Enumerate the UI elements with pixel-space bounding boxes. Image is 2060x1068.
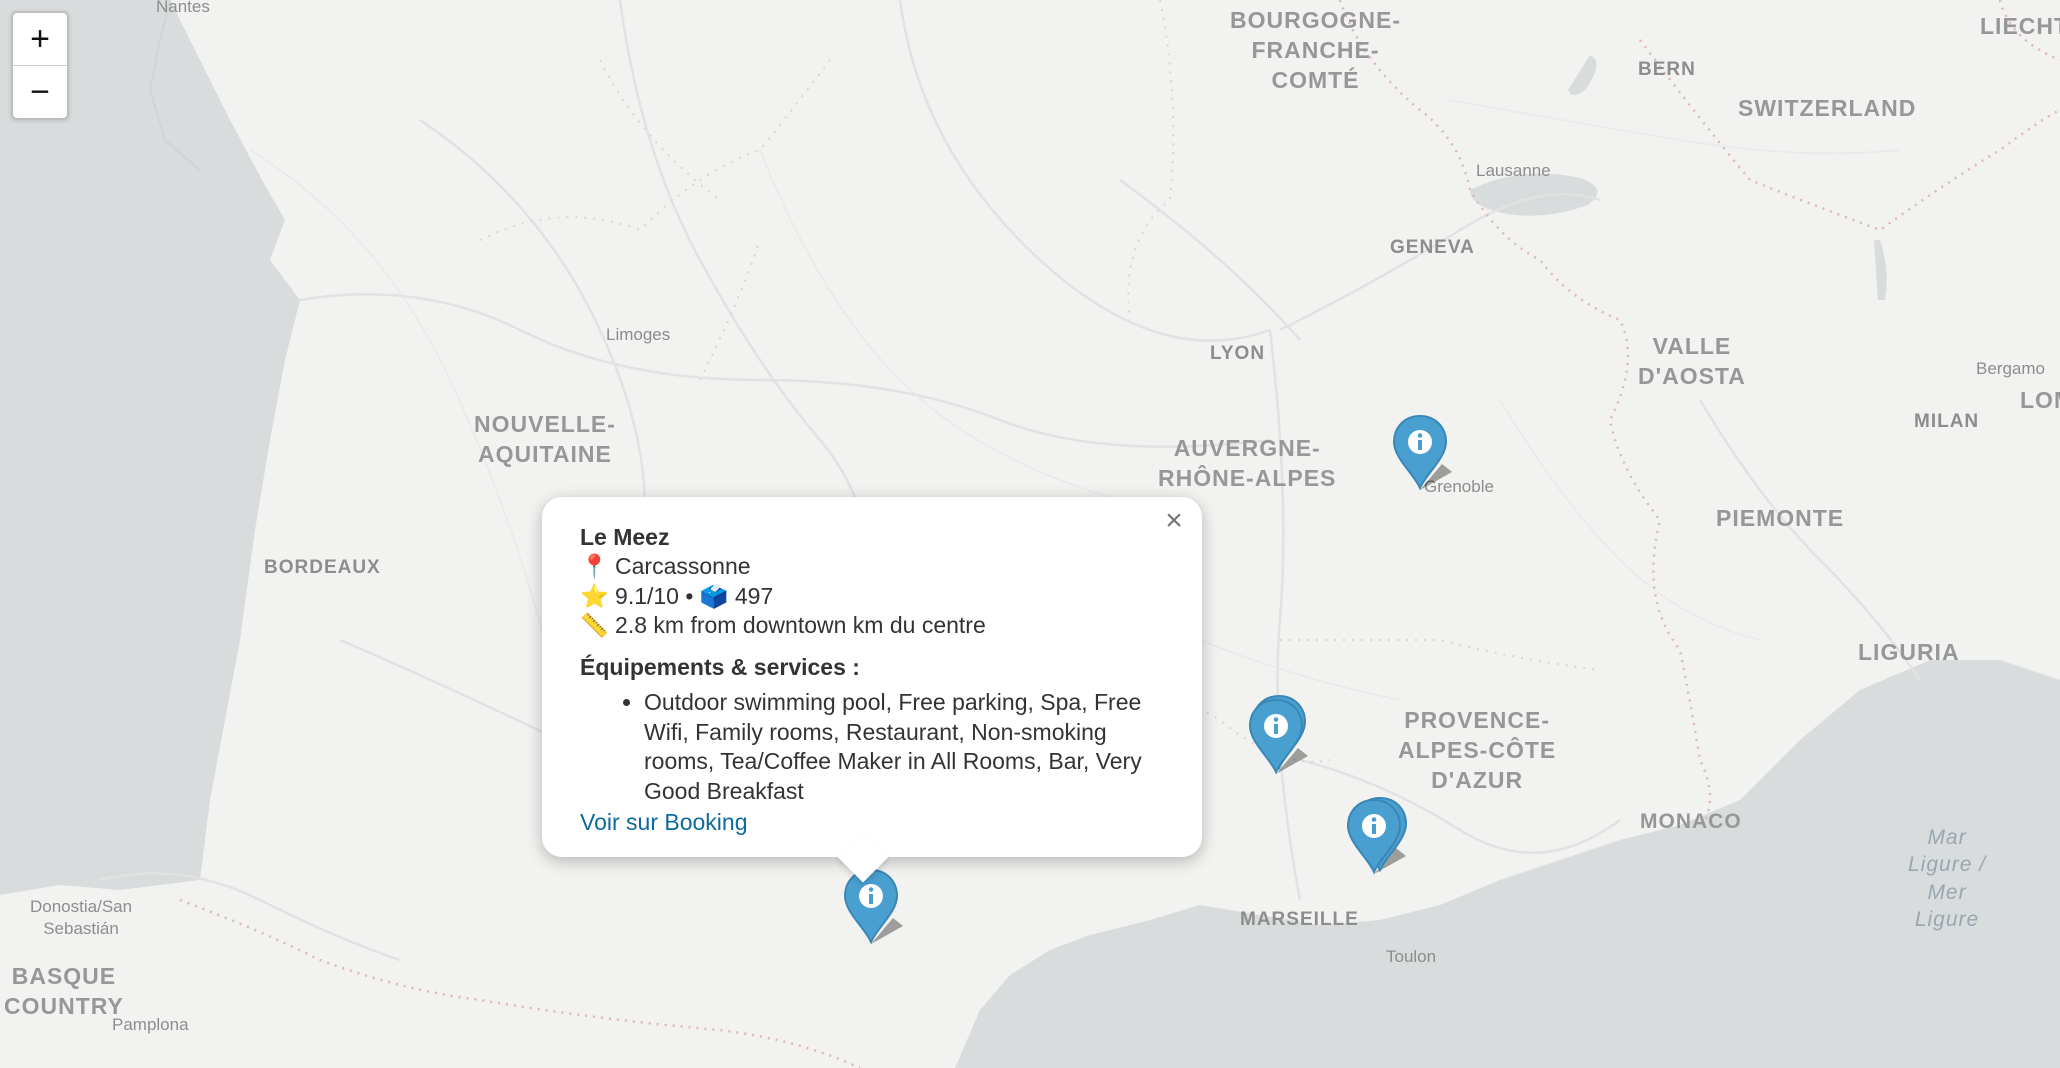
region-label-line: ALPES-CÔTE [1398, 736, 1557, 763]
hotel-rating-row: ⭐ 9.1/10 • 🗳️ 497 [580, 582, 1172, 611]
map-marker-cluster-aix[interactable] [1344, 796, 1408, 876]
city-label-geneva: GENEVA [1390, 237, 1475, 258]
hotel-distance-row: 📏 2.8 km from downtown km du centre [580, 611, 1172, 640]
sea-label-line: Ligure [1914, 907, 1980, 931]
region-label-nouvelle-aquitaine: NOUVELLE- AQUITAINE [474, 410, 616, 470]
city-label-monaco: MONACO [1640, 810, 1742, 833]
region-label-liguria: LIGURIA [1858, 639, 1960, 665]
city-label-marseille: MARSEILLE [1240, 909, 1359, 930]
popup-close-button[interactable]: × [1156, 503, 1192, 539]
region-label-line: RHÔNE-ALPES [1158, 464, 1337, 491]
info-marker-icon [1392, 414, 1452, 491]
region-label-switzerland: SWITZERLAND [1738, 95, 1917, 121]
booking-link[interactable]: Voir sur Booking [580, 808, 747, 837]
city-label-lausanne: Lausanne [1476, 161, 1551, 180]
city-label-lyon: LYON [1210, 343, 1266, 364]
info-marker-icon [843, 868, 903, 945]
map-marker-grenoble[interactable] [1390, 412, 1452, 492]
city-label-toulon: Toulon [1386, 947, 1437, 966]
region-label-piemonte: PIEMONTE [1716, 505, 1845, 531]
zoom-in-button[interactable]: + [13, 13, 67, 65]
region-label-lombardy: LOM [2020, 387, 2060, 413]
region-label-line: D'AOSTA [1638, 362, 1746, 389]
region-label-auvergne: AUVERGNE- RHÔNE-ALPES [1158, 434, 1336, 494]
sea-label-line: Ligure / [1908, 853, 1987, 877]
separator-dot: • [685, 582, 694, 609]
region-label-line: PROVENCE- [1404, 707, 1550, 733]
city-label-line: Sebastián [43, 919, 119, 939]
services-list-item: Outdoor swimming pool, Free parking, Spa… [644, 688, 1172, 806]
city-label-limoges: Limoges [606, 325, 671, 344]
services-heading: Équipements & services : [580, 653, 860, 680]
ballot-box-icon: 🗳️ [699, 582, 729, 609]
region-label-line: D'AZUR [1431, 766, 1524, 793]
hotel-distance: 2.8 km from downtown km du centre [615, 612, 986, 639]
region-label-line: COUNTRY [4, 992, 124, 1019]
region-label-line: BOURGOGNE- [1230, 7, 1401, 33]
region-label-line: AQUITAINE [478, 440, 612, 467]
hotel-rating: 9.1/10 [615, 582, 679, 609]
sea-label-line: Mer [1927, 880, 1967, 904]
city-label-line: Donostia/San [30, 897, 133, 916]
map-marker-cluster-nimes[interactable] [1246, 694, 1308, 776]
region-label-liechtenstein: LIECHTEN [1980, 13, 2060, 39]
info-marker-icon [1346, 796, 1408, 875]
city-label-bern: BERN [1638, 59, 1696, 80]
popup-content: Le Meez 📍 Carcassonne ⭐ 9.1/10 • 🗳️ 497 … [580, 523, 1172, 837]
star-icon: ⭐ [580, 582, 609, 609]
location-pin-icon: 📍 [580, 553, 609, 580]
zoom-control: + − [11, 11, 69, 120]
sea-label-ligurian: Mar Ligure / Mer Ligure [1908, 824, 1986, 933]
city-label-pamplona: Pamplona [112, 1015, 189, 1034]
hotel-name: Le Meez [580, 524, 670, 550]
hotel-location-row: 📍 Carcassonne [580, 552, 1172, 581]
region-label-basque-country: BASQUE COUNTRY [4, 962, 124, 1022]
zoom-out-button[interactable]: − [13, 65, 67, 118]
region-label-line: NOUVELLE- [474, 411, 616, 437]
region-label-bourgogne: BOURGOGNE- FRANCHE- COMTÉ [1230, 6, 1401, 96]
info-marker-icon [1248, 694, 1308, 775]
region-label-provence: PROVENCE- ALPES-CÔTE D'AZUR [1398, 706, 1556, 796]
region-label-valle-daosta: VALLE D'AOSTA [1638, 332, 1746, 392]
city-label-donostia: Donostia/San Sebastián [30, 896, 132, 940]
region-label-line: VALLE [1652, 333, 1732, 359]
city-label-milan: MILAN [1914, 411, 1980, 432]
city-label-bergamo: Bergamo [1976, 359, 2045, 378]
region-label-line: COMTÉ [1271, 66, 1360, 93]
map-marker-carcassonne[interactable] [841, 866, 903, 946]
region-label-line: AUVERGNE- [1173, 435, 1321, 461]
region-label-line: BASQUE [11, 963, 117, 989]
city-label-bordeaux: BORDEAUX [264, 557, 381, 578]
sea-label-line: Mar [1927, 826, 1967, 849]
services-list: Outdoor swimming pool, Free parking, Spa… [580, 688, 1172, 806]
region-label-line: FRANCHE- [1251, 36, 1380, 63]
hotel-popup: × Le Meez 📍 Carcassonne ⭐ 9.1/10 • 🗳️ 49… [542, 497, 1202, 857]
ruler-icon: 📏 [580, 612, 609, 639]
city-label-nantes: Nantes [156, 0, 210, 16]
hotel-review-count: 497 [734, 582, 774, 609]
hotel-location: Carcassonne [615, 553, 751, 580]
